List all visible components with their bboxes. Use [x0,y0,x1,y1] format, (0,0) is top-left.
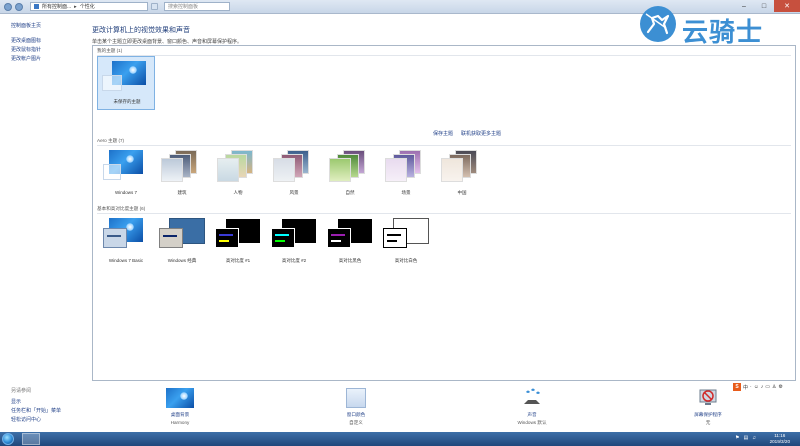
clock[interactable]: 11:16 2019/3/20 [770,433,790,445]
theme-thumbnail [441,150,481,182]
address-box[interactable]: 所有控制面... ▸ 个性化 [30,2,148,11]
sounds-setting[interactable]: 声音 Windows 默认 [502,388,562,426]
theme-label: 风景 [289,190,299,195]
emoji-icon: ☺ [753,384,759,390]
taskbar-app-control-panel[interactable] [22,433,40,445]
my-themes-title: 我的主题 (1) [97,48,123,53]
back-button[interactable] [4,2,12,11]
setting-title: 窗口颜色 [346,412,366,417]
theme-label: Windows 经典 [167,258,197,263]
taskbar-start-menu-link[interactable]: 任务栏和「开始」菜单 [11,407,61,414]
system-tray: ⚑ ▤ ♫ [735,435,756,441]
tray-network-icon[interactable]: ▤ [744,435,749,441]
desktop-background-icon [166,388,194,408]
setting-value: 无 [705,420,711,425]
search-input[interactable]: 搜索控制面板 [164,2,230,11]
screen-saver-icon [694,388,722,408]
taskbar: ⚑ ▤ ♫ 11:16 2019/3/20 [0,432,800,446]
theme-thumbnail [161,150,201,182]
theme-label: Windows 7 [114,190,137,195]
keyboard-icon: ▭ [765,384,771,390]
setting-value: 自定义 [349,420,363,425]
setting-title: 桌面背景 [170,412,190,417]
group-divider [97,213,791,214]
window-preview [271,228,295,248]
control-panel-home-link[interactable]: 控制面板主页 [11,22,41,29]
ease-of-access-link[interactable]: 轻松访问中心 [11,416,41,423]
window-color-swatch [102,75,122,91]
theme-thumbnail [329,150,369,182]
user-icon: ♙ [772,384,777,390]
page-title: 更改计算机上的视觉效果和声音 [92,27,190,34]
theme-unsaved[interactable]: 未保存的主题 [97,56,155,110]
sound-icon [518,388,546,408]
window-preview [215,228,239,248]
theme-label: 人物 [233,190,243,195]
setting-title: 声音 [527,412,537,417]
group-divider [97,145,791,146]
change-account-picture-link[interactable]: 更改帐户图片 [11,55,41,62]
tray-volume-icon[interactable]: ♫ [752,435,756,441]
watermark-logo: 云骑士 [634,2,800,48]
settings-bar: 桌面背景 Harmony 窗口颜色 自定义 声音 Windows 默认 屏幕保护… [92,382,800,432]
window-preview [327,228,351,248]
main-content: 更改计算机上的视觉效果和声音 单击某个主题立即更改桌面背景、窗口颜色、声音和屏幕… [90,14,800,432]
theme-label: 自然 [345,190,355,195]
theme-label: 中国 [457,190,467,195]
display-link[interactable]: 显示 [11,398,21,405]
window-preview [159,228,183,248]
window-color-swatch [103,164,121,180]
screen-saver-setting[interactable]: 屏幕保护程序 无 [678,388,738,426]
change-mouse-pointer-link[interactable]: 更改鼠标指针 [11,46,41,53]
search-placeholder: 搜索控制面板 [168,4,199,10]
aero-themes-title: Aero 主题 (7) [97,138,125,143]
forward-button[interactable] [15,2,23,11]
theme-thumbnail [385,150,425,182]
basic-themes-title: 基本和高对比度主题 (6) [97,206,146,211]
change-desktop-icons-link[interactable]: 更改桌面图标 [11,37,41,44]
ime-mode-label: 中 [743,384,749,391]
window-preview [383,228,407,248]
tray-flag-icon[interactable]: ⚑ [735,435,739,441]
chevron-right-icon: ▸ [74,3,77,10]
theme-label: 高对比白色 [394,258,418,263]
group-divider [97,55,791,56]
setting-value: Windows 默认 [517,420,547,425]
settings-icon: ⚙ [778,384,783,390]
theme-label: 未保存的主题 [113,99,141,104]
save-theme-link[interactable]: 保存主题 [433,130,453,137]
control-panel-icon [34,4,39,9]
theme-label: 场景 [401,190,411,195]
clock-date: 2019/3/20 [769,439,790,444]
theme-label: 高对比度 #2 [281,258,307,263]
window-preview [103,228,127,248]
get-more-themes-link[interactable]: 联机获取更多主题 [461,130,501,137]
setting-value: Harmony [170,420,190,425]
theme-label: 高对比度 #1 [225,258,251,263]
left-pane: 控制面板主页 更改桌面图标 更改鼠标指针 更改帐户图片 另请参阅 显示 任务栏和… [0,14,90,432]
microphone-icon: ♪ [760,384,764,390]
watermark-text: 云骑士 [682,17,764,47]
knight-icon [640,6,676,42]
setting-title: 屏幕保护程序 [694,412,722,417]
theme-list: 我的主题 (1) 未保存的主题 保存主题 联机获取更多主题 Aero 主题 (7… [92,45,796,381]
window-color-icon [346,388,366,408]
desktop-background-setting[interactable]: 桌面背景 Harmony [150,388,210,425]
sogou-icon: S [733,383,741,391]
punctuation-icon: · [750,384,752,390]
theme-label: 建筑 [177,190,187,195]
page-subtitle: 单击某个主题立即更改桌面背景、窗口颜色、声音和屏幕保护程序。 [92,39,243,45]
theme-label: Windows 7 Basic [108,258,144,263]
see-also-title: 另请参阅 [11,388,32,394]
window-color-setting[interactable]: 窗口颜色 自定义 [326,388,386,426]
theme-thumbnail [217,150,257,182]
refresh-button[interactable] [151,3,158,10]
breadcrumb-all-control-panel[interactable]: 所有控制面... [42,3,71,10]
breadcrumb-personalization[interactable]: 个性化 [80,3,95,10]
theme-label: 高对比黑色 [338,258,362,263]
ime-toolbar[interactable]: S 中 · ☺ ♪ ▭ ♙ ⚙ [733,382,797,392]
start-button[interactable] [2,433,14,445]
theme-thumbnail [273,150,313,182]
